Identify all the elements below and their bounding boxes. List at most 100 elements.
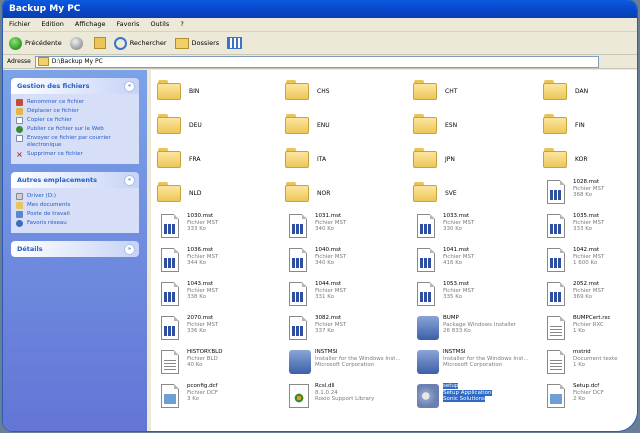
mst-file-icon [547,282,565,306]
file-item[interactable]: setup Setup Application Sonic Solutions [413,382,531,414]
folder-item[interactable]: JPN [413,144,531,176]
mst-file-icon [417,214,435,238]
mst-file-icon [547,214,565,238]
back-button[interactable]: Précédente [9,36,62,50]
other-places-header[interactable]: Autres emplacements « [11,172,139,188]
task-rename[interactable]: Renommer ce fichier [16,99,134,106]
config-file-icon [161,384,179,408]
file-item[interactable]: 1041.mst Fichier MST 416 Ko [413,246,531,278]
file-item[interactable]: INSTMSI Installer for the Windows Inst...… [413,348,531,380]
folder-name: ENU [317,122,330,129]
file-item[interactable]: 1043.mst Fichier MST 338 Ko [157,280,275,312]
file-item[interactable]: 1040.mst Fichier MST 340 Ko [285,246,403,278]
mst-file-icon [161,316,179,340]
menu-outils[interactable]: Outils [150,20,169,28]
place-network[interactable]: Favoris réseau [16,220,134,227]
file-size: 1 Ko [573,328,585,334]
file-item[interactable]: pconfig.dcf Fichier DCF 3 Ko [157,382,275,414]
file-item[interactable]: 1033.mst Fichier MST 330 Ko [413,212,531,244]
address-bar: Adresse D:\Backup My PC [3,55,637,69]
file-size: Roxio Support Library [315,396,375,402]
task-delete[interactable]: × Supprimer ce fichier [16,151,134,159]
file-size: 369 Ko [573,294,592,300]
file-tasks-header[interactable]: Gestion des fichiers « [11,78,139,94]
folder-item[interactable]: ENU [285,110,403,142]
place-drive-d[interactable]: Driver (D:) [16,193,134,200]
menu-help[interactable]: ? [180,20,183,28]
folders-label: Dossiers [191,39,220,47]
file-list: BIN CHS CHT DAN DEU ENU ESN FIN FRA ITA JPN KOR NLD N… [151,70,637,431]
address-label: Adresse [7,58,31,65]
details-header[interactable]: Détails » [11,241,139,257]
file-item[interactable]: INSTMSI Installer for the Windows Inst...… [285,348,403,380]
folder-icon [413,80,437,100]
file-item[interactable]: 2052.mst Fichier MST 369 Ko [543,280,637,312]
folder-item[interactable]: NOR [285,178,403,210]
up-folder-icon [93,37,106,49]
mst-file-icon [161,214,179,238]
file-item[interactable]: Rcsl.dll 8.1.0.24 Roxio Support Library [285,382,403,414]
menu-edition[interactable]: Edition [41,20,64,28]
file-item[interactable]: BUMPCert.rxc Fichier RXC 1 Ko [543,314,637,346]
mst-file-icon [289,248,307,272]
file-item[interactable]: 1031.mst Fichier MST 340 Ko [285,212,403,244]
collapse-icon[interactable]: « [124,81,135,92]
folder-item[interactable]: ESN [413,110,531,142]
folder-item[interactable]: FRA [157,144,275,176]
file-item[interactable]: HISTORY.BLD Fichier BLD 40 Ko [157,348,275,380]
folder-name: JPN [445,156,455,163]
task-move[interactable]: Déplacer ce fichier [16,108,134,115]
folder-icon [157,148,181,168]
task-publish[interactable]: Publier ce fichier sur le Web [16,126,134,133]
file-item[interactable]: Setup.dcf Fichier DCF 2 Ko [543,382,637,414]
file-item[interactable]: mstrid Document texte 1 Ko [543,348,637,380]
folder-item[interactable]: SVE [413,178,531,210]
folder-item[interactable]: FIN [543,110,637,142]
forward-arrow-icon [69,36,83,50]
file-item[interactable]: BUMP Package Windows Installer 26 833 Ko [413,314,531,346]
computer-icon [16,211,23,218]
collapse-icon[interactable]: « [124,175,135,186]
file-item[interactable]: 1030.mst Fichier MST 333 Ko [157,212,275,244]
file-item[interactable]: 1053.mst Fichier MST 335 Ko [413,280,531,312]
folder-item[interactable]: BIN [157,76,275,108]
address-field[interactable]: D:\Backup My PC [34,55,599,68]
forward-button[interactable] [69,36,86,50]
folder-item[interactable]: NLD [157,178,275,210]
up-folder-button[interactable] [93,37,106,49]
menu-favoris[interactable]: Favoris [117,20,140,28]
text-file-icon [161,350,179,374]
folders-button[interactable]: Dossiers [174,37,220,49]
menu-affichage[interactable]: Affichage [75,20,106,28]
folder-name: KOR [575,156,588,163]
views-button[interactable] [227,37,243,49]
task-email[interactable]: Envoyer ce fichier par courrier électron… [16,135,134,149]
file-size: Microsoft Corporation [315,362,375,368]
folder-item[interactable]: DEU [157,110,275,142]
file-size: 331 Ko [315,294,334,300]
task-copy[interactable]: Copier ce fichier [16,117,134,124]
expand-icon[interactable]: » [124,244,135,255]
menu-fichier[interactable]: Fichier [9,20,30,28]
mst-file-icon [161,282,179,306]
folder-item[interactable]: CHT [413,76,531,108]
file-item[interactable]: 1035.mst Fichier MST 333 Ko [543,212,637,244]
file-item[interactable]: 1042.mst Fichier MST 1 600 Ko [543,246,637,278]
mail-icon [16,135,23,142]
folder-item[interactable]: KOR [543,144,637,176]
file-item[interactable]: 3082.mst Fichier MST 337 Ko [285,314,403,346]
file-item[interactable]: 2070.mst Fichier MST 336 Ko [157,314,275,346]
folder-name: FRA [189,156,201,163]
folder-item[interactable]: DAN [543,76,637,108]
config-file-icon [547,384,565,408]
search-button[interactable]: Rechercher [113,36,167,50]
folder-item[interactable]: ITA [285,144,403,176]
folder-item[interactable]: CHS [285,76,403,108]
file-item[interactable]: 1028.mst Fichier MST 368 Ko [543,178,637,210]
file-item[interactable]: 1036.mst Fichier MST 344 Ko [157,246,275,278]
place-my-documents[interactable]: Mes documents [16,202,134,209]
mst-file-icon [417,282,435,306]
folder-icon [157,114,181,134]
file-item[interactable]: 1044.mst Fichier MST 331 Ko [285,280,403,312]
place-my-computer[interactable]: Poste de travail [16,211,134,218]
